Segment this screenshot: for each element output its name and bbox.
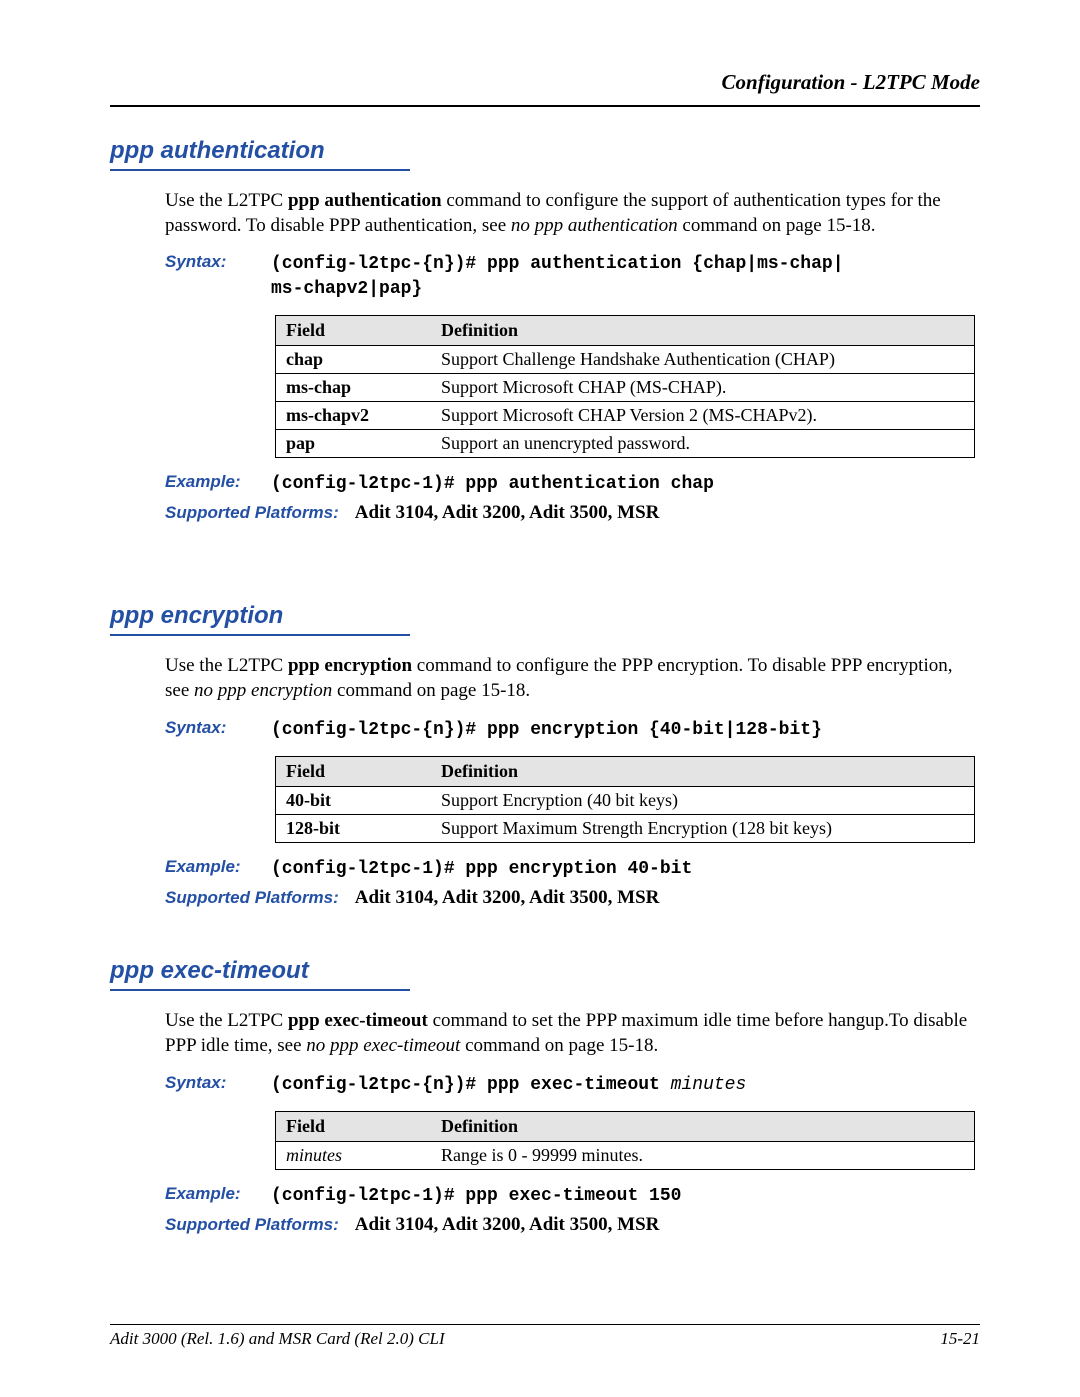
definition-cell: Support Microsoft CHAP (MS-CHAP).	[431, 373, 975, 401]
platforms-row: Supported Platforms: Adit 3104, Adit 320…	[165, 1214, 980, 1236]
table-row: ms-chapSupport Microsoft CHAP (MS-CHAP).	[276, 373, 975, 401]
definition-cell: Support Challenge Handshake Authenticati…	[431, 345, 975, 373]
syntax-code: (config-l2tpc-{n})# ppp encryption {40-b…	[271, 718, 822, 742]
page-footer: Adit 3000 (Rel. 1.6) and MSR Card (Rel 2…	[110, 1324, 980, 1349]
table-row: papSupport an unencrypted password.	[276, 429, 975, 457]
footer-rule	[110, 1324, 980, 1325]
syntax-row: Syntax: (config-l2tpc-{n})# ppp exec-tim…	[165, 1073, 980, 1097]
definition-cell: Range is 0 - 99999 minutes.	[431, 1141, 975, 1169]
section-ppp-authentication: ppp authentication Use the L2TPC ppp aut…	[110, 137, 980, 524]
field-cell: ms-chap	[276, 373, 432, 401]
table-row: 128-bitSupport Maximum Strength Encrypti…	[276, 814, 975, 842]
section-ppp-encryption: ppp encryption Use the L2TPC ppp encrypt…	[110, 602, 980, 909]
definition-cell: Support Microsoft CHAP Version 2 (MS-CHA…	[431, 401, 975, 429]
field-definition-table: FieldDefinition40-bitSupport Encryption …	[275, 756, 975, 843]
field-cell: chap	[276, 345, 432, 373]
field-cell: ms-chapv2	[276, 401, 432, 429]
example-code: (config-l2tpc-1)# ppp authentication cha…	[271, 472, 714, 496]
table-header: Field	[276, 1111, 432, 1141]
syntax-label: Syntax:	[165, 718, 267, 738]
running-head: Configuration - L2TPC Mode	[110, 70, 980, 95]
example-label: Example:	[165, 857, 267, 877]
platforms-value: Adit 3104, Adit 3200, Adit 3500, MSR	[355, 502, 660, 523]
title-underline	[110, 989, 410, 991]
intro-paragraph: Use the L2TPC ppp encryption command to …	[165, 654, 980, 703]
definition-cell: Support an unencrypted password.	[431, 429, 975, 457]
table-row: minutesRange is 0 - 99999 minutes.	[276, 1141, 975, 1169]
field-cell: minutes	[276, 1141, 432, 1169]
section-title: ppp encryption	[110, 602, 980, 630]
platforms-label: Supported Platforms:	[165, 888, 339, 907]
syntax-row: Syntax: (config-l2tpc-{n})# ppp encrypti…	[165, 718, 980, 742]
top-rule	[110, 105, 980, 107]
table-row: 40-bitSupport Encryption (40 bit keys)	[276, 786, 975, 814]
section-title: ppp exec-timeout	[110, 957, 980, 985]
table-header: Field	[276, 756, 432, 786]
platforms-value: Adit 3104, Adit 3200, Adit 3500, MSR	[355, 1214, 660, 1235]
platforms-label: Supported Platforms:	[165, 503, 339, 522]
syntax-code: (config-l2tpc-{n})# ppp authentication {…	[271, 252, 844, 301]
platforms-label: Supported Platforms:	[165, 1215, 339, 1234]
section-title: ppp authentication	[110, 137, 980, 165]
example-row: Example: (config-l2tpc-1)# ppp encryptio…	[165, 857, 980, 881]
definition-cell: Support Encryption (40 bit keys)	[431, 786, 975, 814]
syntax-row: Syntax: (config-l2tpc-{n})# ppp authenti…	[165, 252, 980, 301]
field-definition-table: FieldDefinitionminutesRange is 0 - 99999…	[275, 1111, 975, 1170]
syntax-label: Syntax:	[165, 1073, 267, 1093]
footer-left: Adit 3000 (Rel. 1.6) and MSR Card (Rel 2…	[110, 1329, 445, 1349]
table-header: Definition	[431, 756, 975, 786]
platforms-value: Adit 3104, Adit 3200, Adit 3500, MSR	[355, 887, 660, 908]
definition-cell: Support Maximum Strength Encryption (128…	[431, 814, 975, 842]
syntax-code: (config-l2tpc-{n})# ppp exec-timeout min…	[271, 1073, 746, 1097]
example-code: (config-l2tpc-1)# ppp exec-timeout 150	[271, 1184, 681, 1208]
table-row: chapSupport Challenge Handshake Authenti…	[276, 345, 975, 373]
example-code: (config-l2tpc-1)# ppp encryption 40-bit	[271, 857, 692, 881]
table-header: Definition	[431, 1111, 975, 1141]
field-cell: 128-bit	[276, 814, 432, 842]
field-definition-table: FieldDefinitionchapSupport Challenge Han…	[275, 315, 975, 458]
example-label: Example:	[165, 1184, 267, 1204]
syntax-label: Syntax:	[165, 252, 267, 272]
syntax-code-fixed: (config-l2tpc-{n})# ppp exec-timeout	[271, 1075, 671, 1095]
platforms-row: Supported Platforms: Adit 3104, Adit 320…	[165, 887, 980, 909]
title-underline	[110, 634, 410, 636]
syntax-code-arg: minutes	[671, 1075, 747, 1095]
table-header: Definition	[431, 315, 975, 345]
table-row: ms-chapv2Support Microsoft CHAP Version …	[276, 401, 975, 429]
example-row: Example: (config-l2tpc-1)# ppp authentic…	[165, 472, 980, 496]
intro-paragraph: Use the L2TPC ppp exec-timeout command t…	[165, 1009, 980, 1058]
page: Configuration - L2TPC Mode ppp authentic…	[0, 0, 1080, 1397]
example-row: Example: (config-l2tpc-1)# ppp exec-time…	[165, 1184, 980, 1208]
footer-page-number: 15-21	[940, 1329, 980, 1349]
field-cell: pap	[276, 429, 432, 457]
intro-paragraph: Use the L2TPC ppp authentication command…	[165, 189, 980, 238]
field-cell: 40-bit	[276, 786, 432, 814]
title-underline	[110, 169, 410, 171]
section-ppp-exec-timeout: ppp exec-timeout Use the L2TPC ppp exec-…	[110, 957, 980, 1236]
example-label: Example:	[165, 472, 267, 492]
table-header: Field	[276, 315, 432, 345]
platforms-row: Supported Platforms: Adit 3104, Adit 320…	[165, 502, 980, 524]
